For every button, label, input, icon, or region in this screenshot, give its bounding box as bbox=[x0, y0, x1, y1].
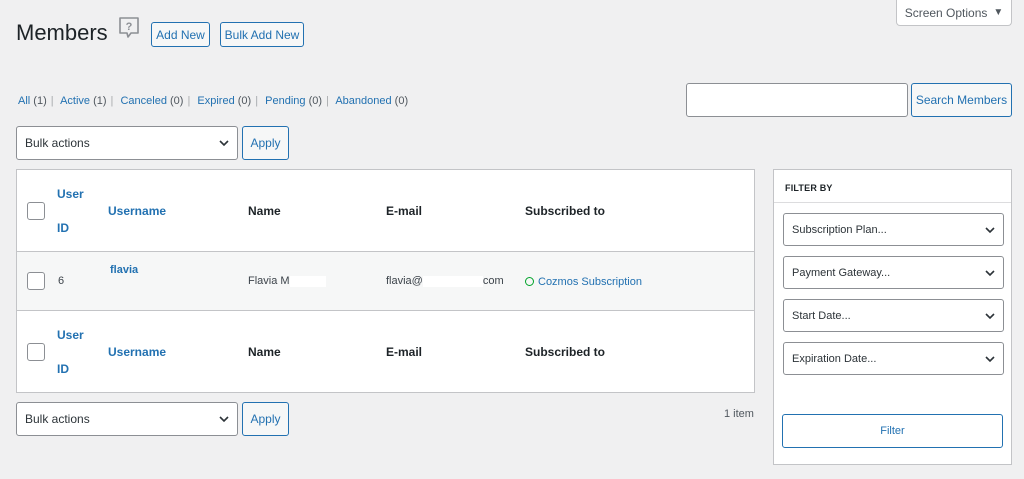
select-all-checkbox[interactable] bbox=[27, 202, 45, 220]
bulk-actions-select-top[interactable]: Bulk actions bbox=[16, 126, 238, 160]
view-active-count: (1) bbox=[93, 95, 107, 107]
column-user-id-line2: ID bbox=[57, 362, 69, 376]
column-user-id[interactable]: User ID bbox=[57, 186, 87, 237]
column-name: Name bbox=[248, 204, 281, 218]
start-date-value: Start Date... bbox=[792, 309, 851, 322]
view-pending-link[interactable]: Pending bbox=[265, 95, 305, 107]
row-name-text: Flavia M bbox=[248, 275, 290, 287]
row-username-link[interactable]: flavia bbox=[110, 264, 138, 276]
chevron-down-icon bbox=[219, 140, 229, 147]
add-new-button[interactable]: Add New bbox=[151, 22, 210, 47]
column-user-id-line1: User bbox=[57, 187, 84, 201]
view-pending-count: (0) bbox=[308, 95, 323, 107]
column-user-id-line2: ID bbox=[57, 221, 69, 235]
row-user-id: 6 bbox=[58, 275, 65, 287]
page-title: Members bbox=[16, 20, 108, 45]
apply-button-bottom[interactable]: Apply bbox=[242, 402, 289, 436]
chevron-down-icon bbox=[985, 270, 995, 277]
column-username-footer[interactable]: Username bbox=[108, 345, 166, 359]
view-canceled-link[interactable]: Canceled bbox=[120, 95, 166, 107]
view-abandoned-link[interactable]: Abandoned bbox=[335, 95, 391, 107]
caret-down-icon: ▼ bbox=[993, 7, 1004, 18]
chevron-down-icon bbox=[985, 227, 995, 234]
column-email: E-mail bbox=[386, 204, 423, 218]
redaction-bar bbox=[422, 275, 483, 287]
subscription-plan-value: Subscription Plan... bbox=[792, 223, 887, 236]
filter-button[interactable]: Filter bbox=[782, 414, 1003, 448]
chevron-down-icon bbox=[219, 416, 229, 423]
row-email-start: flavia@ bbox=[386, 275, 423, 287]
column-user-id-line1: User bbox=[57, 328, 84, 342]
column-subscribed: Subscribed to bbox=[525, 204, 606, 218]
row-email: flavia@ com bbox=[386, 275, 504, 287]
expiration-date-select[interactable]: Expiration Date... bbox=[783, 342, 1004, 375]
chevron-down-icon bbox=[985, 356, 995, 363]
bulk-actions-value: Bulk actions bbox=[25, 136, 90, 150]
view-canceled-count: (0) bbox=[170, 95, 184, 107]
subscription-plan-select[interactable]: Subscription Plan... bbox=[783, 213, 1004, 246]
bulk-add-new-button[interactable]: Bulk Add New bbox=[220, 22, 304, 47]
view-active-link[interactable]: Active bbox=[60, 95, 90, 107]
table-footer: User ID Username Name E-mail Subscribed … bbox=[17, 311, 754, 392]
members-table: User ID Username Name E-mail Subscribed … bbox=[16, 169, 755, 393]
view-expired-count: (0) bbox=[237, 95, 252, 107]
expiration-date-value: Expiration Date... bbox=[792, 352, 877, 365]
svg-text:?: ? bbox=[126, 21, 133, 33]
row-subscription-link[interactable]: Cozmos Subscription bbox=[538, 276, 642, 288]
apply-button-top[interactable]: Apply bbox=[242, 126, 289, 160]
view-expired-link[interactable]: Expired bbox=[197, 95, 234, 107]
table-row: 6 flavia Flavia M flavia@ com Cozmos Subs… bbox=[17, 252, 754, 311]
select-all-checkbox-bottom[interactable] bbox=[27, 343, 45, 361]
row-subscription: Cozmos Subscription bbox=[525, 274, 642, 288]
filter-panel: FILTER BY Subscription Plan... Payment G… bbox=[773, 169, 1012, 465]
column-email-footer: E-mail bbox=[386, 345, 423, 359]
row-email-end: com bbox=[482, 275, 504, 287]
screen-options-button[interactable]: Screen Options ▼ bbox=[896, 0, 1012, 26]
bulk-actions-value: Bulk actions bbox=[25, 412, 90, 426]
help-icon[interactable]: ? bbox=[118, 16, 140, 40]
row-name: Flavia M bbox=[248, 275, 326, 287]
column-name-footer: Name bbox=[248, 345, 281, 359]
search-input[interactable] bbox=[686, 83, 908, 117]
payment-gateway-select[interactable]: Payment Gateway... bbox=[783, 256, 1004, 289]
divider bbox=[774, 202, 1011, 203]
items-count: 1 item bbox=[724, 408, 754, 420]
row-checkbox[interactable] bbox=[27, 272, 45, 290]
table-header: User ID Username Name E-mail Subscribed … bbox=[17, 170, 754, 252]
view-abandoned-count: (0) bbox=[394, 95, 409, 107]
column-username[interactable]: Username bbox=[108, 204, 166, 218]
status-filter-links: All (1) | Active (1) | Canceled (0) | Expir… bbox=[18, 95, 409, 107]
active-status-icon bbox=[525, 277, 534, 287]
column-user-id-footer[interactable]: User ID bbox=[57, 327, 87, 378]
filter-title: FILTER BY bbox=[785, 183, 833, 193]
search-members-button[interactable]: Search Members bbox=[911, 83, 1012, 117]
payment-gateway-value: Payment Gateway... bbox=[792, 266, 891, 279]
view-all-link[interactable]: All bbox=[18, 95, 30, 107]
view-all-count: (1) bbox=[33, 95, 47, 107]
column-subscribed-footer: Subscribed to bbox=[525, 345, 606, 359]
start-date-select[interactable]: Start Date... bbox=[783, 299, 1004, 332]
chevron-down-icon bbox=[985, 313, 995, 320]
redaction-bar bbox=[289, 275, 326, 287]
screen-options-label: Screen Options bbox=[904, 5, 988, 20]
bulk-actions-select-bottom[interactable]: Bulk actions bbox=[16, 402, 238, 436]
